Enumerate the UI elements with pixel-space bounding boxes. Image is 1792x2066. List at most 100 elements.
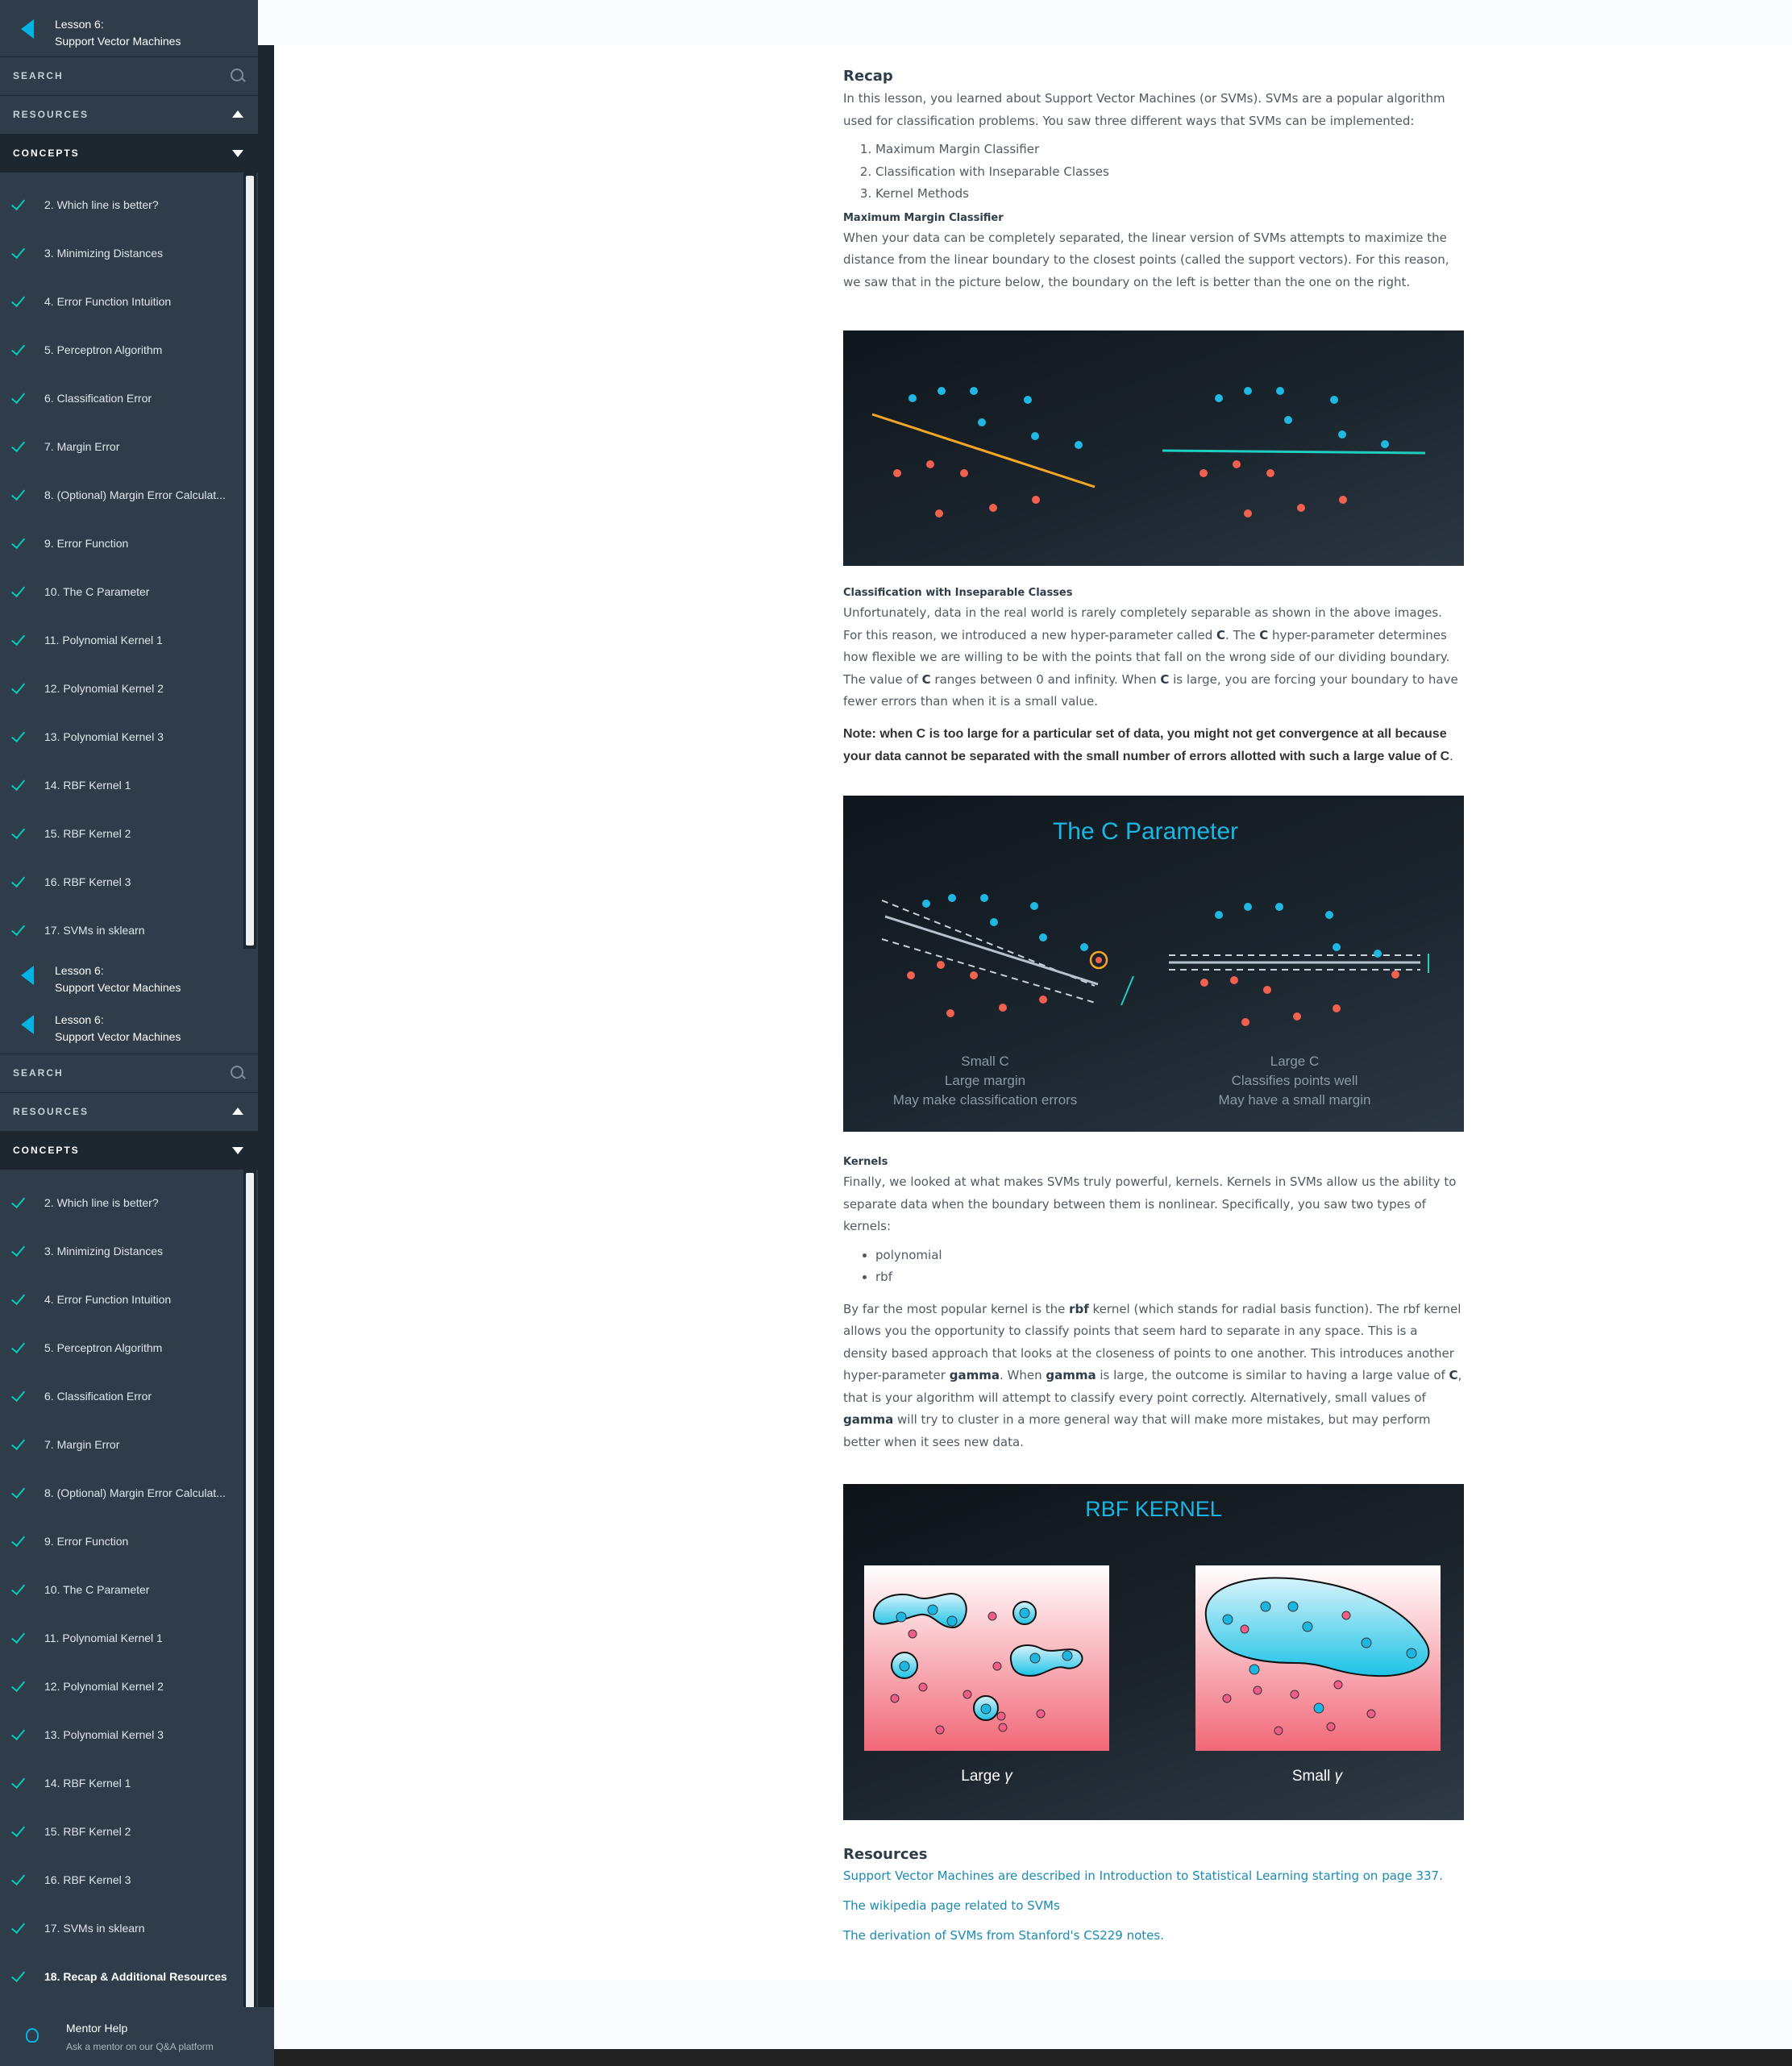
back-arrow-icon[interactable] <box>21 1015 34 1034</box>
mentor-title: Mentor Help <box>66 2022 128 2035</box>
sidebar-concept-item[interactable]: 18. Recap & Additional Resources <box>0 1952 243 2001</box>
scrollbar-thumb[interactable] <box>246 1173 254 2011</box>
resources-toggle[interactable]: RESOURCES <box>0 1092 258 1131</box>
concept-label: 11. Polynomial Kernel 1 <box>44 634 163 646</box>
concept-label: 13. Polynomial Kernel 3 <box>44 1728 164 1741</box>
sidebar-concept-item[interactable]: 7. Margin Error <box>0 1420 243 1469</box>
search-icon[interactable] <box>231 69 243 81</box>
checkmark-icon <box>10 389 26 405</box>
concept-label: 16. RBF Kernel 3 <box>44 1873 131 1886</box>
mentor-help[interactable]: Mentor Help Ask a mentor on our Q&A plat… <box>0 2007 274 2066</box>
list-item: Classification with Inseparable Classes <box>875 161 1464 184</box>
lesson-title: Support Vector Machines <box>55 35 181 48</box>
lesson-header[interactable]: Lesson 6: Support Vector Machines <box>0 951 258 998</box>
concept-label: 10. The C Parameter <box>44 585 150 598</box>
sidebar-concept-item[interactable]: 16. RBF Kernel 3 <box>0 858 243 906</box>
sidebar-concept-item[interactable]: 3. Minimizing Distances <box>0 1227 243 1275</box>
sidebar-concept-item[interactable]: 17. SVMs in sklearn <box>0 906 243 954</box>
back-arrow-icon[interactable] <box>21 966 34 985</box>
sidebar-concept-item[interactable]: 10. The C Parameter <box>0 1565 243 1614</box>
checkmark-icon <box>10 872 26 888</box>
sidebar-concept-item[interactable]: 15. RBF Kernel 2 <box>0 809 243 858</box>
search-icon[interactable] <box>231 1066 243 1079</box>
concept-label: 6. Classification Error <box>44 1390 152 1403</box>
mmc-heading: Maximum Margin Classifier <box>843 211 1004 224</box>
checkmark-icon <box>10 582 26 598</box>
sidebar-concept-item[interactable]: 2. Which line is better? <box>0 181 243 229</box>
sidebar-concept-item[interactable]: 14. RBF Kernel 1 <box>0 761 243 809</box>
lesson-header[interactable]: Lesson 6: Support Vector Machines <box>0 5 258 52</box>
sidebar-concept-item[interactable]: 13. Polynomial Kernel 3 <box>0 713 243 761</box>
concept-label: 11. Polynomial Kernel 1 <box>44 1632 163 1644</box>
sidebar-concept-item[interactable]: 2. Which line is better? <box>0 1178 243 1227</box>
sidebar: Lesson 6: Support Vector Machines SEARCH… <box>0 0 258 2066</box>
sidebar-concept-item[interactable]: 4. Error Function Intuition <box>0 277 243 326</box>
concept-label: 17. SVMs in sklearn <box>44 1922 145 1935</box>
lesson-number: Lesson 6: <box>55 964 104 977</box>
concepts-toggle[interactable]: CONCEPTS <box>0 1131 258 1170</box>
sidebar-concept-item[interactable]: 11. Polynomial Kernel 1 <box>0 616 243 664</box>
resource-link-wikipedia[interactable]: The wikipedia page related to SVMs <box>843 1898 1060 1913</box>
sidebar-concept-item[interactable]: 9. Error Function <box>0 519 243 567</box>
concepts-label: CONCEPTS <box>13 148 80 159</box>
concept-label: 12. Polynomial Kernel 2 <box>44 682 164 695</box>
sidebar-concept-item[interactable]: 17. SVMs in sklearn <box>0 1904 243 1952</box>
sidebar-concept-item[interactable]: 7. Margin Error <box>0 422 243 471</box>
checkmark-icon <box>10 1193 26 1209</box>
sidebar-concept-item[interactable]: 6. Classification Error <box>0 374 243 422</box>
checkmark-icon <box>10 1386 26 1403</box>
back-arrow-icon[interactable] <box>21 19 34 39</box>
ways-list: Maximum Margin Classifier Classification… <box>843 139 1464 206</box>
checkmark-icon <box>10 921 26 937</box>
sidebar-concept-item[interactable]: 4. Error Function Intuition <box>0 1275 243 1324</box>
sidebar-concept-item[interactable]: 14. RBF Kernel 1 <box>0 1759 243 1807</box>
resource-link-isl[interactable]: Support Vector Machines are described in… <box>843 1869 1443 1883</box>
checkmark-icon <box>10 1580 26 1596</box>
rbf-left-caption: Large γ <box>961 1768 1012 1785</box>
sidebar-concept-item[interactable]: 12. Polynomial Kernel 2 <box>0 1662 243 1711</box>
caret-up-icon <box>232 1108 243 1115</box>
checkmark-icon <box>10 340 26 356</box>
scrollbar-thumb[interactable] <box>246 176 254 946</box>
resources-label: RESOURCES <box>13 109 89 120</box>
sidebar-concept-item[interactable]: 6. Classification Error <box>0 1372 243 1420</box>
rbf-text: By far the most popular kernel is the rb… <box>843 1301 1462 1449</box>
bottom-bar <box>274 1980 1792 2049</box>
recap-section: Recap In this lesson, you learned about … <box>843 68 1464 293</box>
sidebar-concept-item[interactable]: 5. Perceptron Algorithm <box>0 326 243 374</box>
resources-title: Resources <box>843 1846 928 1863</box>
concept-label: 3. Minimizing Distances <box>44 1245 164 1257</box>
kernels-heading: Kernels <box>843 1156 888 1168</box>
boundary-line-right <box>1162 449 1426 455</box>
sidebar-concept-item[interactable]: 5. Perceptron Algorithm <box>0 1324 243 1372</box>
sidebar-concept-item[interactable]: 11. Polynomial Kernel 1 <box>0 1614 243 1662</box>
concept-label: 10. The C Parameter <box>44 1583 150 1596</box>
sidebar-concept-item[interactable]: 9. Error Function <box>0 1517 243 1565</box>
sidebar-concept-item[interactable]: 16. RBF Kernel 3 <box>0 1856 243 1904</box>
sidebar-concept-item[interactable]: 13. Polynomial Kernel 3 <box>0 1711 243 1759</box>
concept-label: 14. RBF Kernel 1 <box>44 779 131 792</box>
sidebar-concept-item[interactable]: 10. The C Parameter <box>0 567 243 616</box>
sidebar-concept-item[interactable]: 8. (Optional) Margin Error Calculat... <box>0 471 243 519</box>
c-parameter-figure: The C Parameter Small C Large margin May… <box>843 796 1464 1132</box>
search-label: SEARCH <box>13 1067 64 1079</box>
sidebar-concept-item[interactable]: 8. (Optional) Margin Error Calculat... <box>0 1469 243 1517</box>
concept-label: 5. Perceptron Algorithm <box>44 1341 163 1354</box>
search-bar[interactable]: SEARCH <box>0 1054 258 1092</box>
resource-link-cs229[interactable]: The derivation of SVMs from Stanford's C… <box>843 1928 1164 1943</box>
list-item: rbf <box>875 1266 1464 1289</box>
checkmark-icon <box>10 1677 26 1693</box>
concept-label: 17. SVMs in sklearn <box>44 924 145 937</box>
sidebar-concept-item[interactable]: 12. Polynomial Kernel 2 <box>0 664 243 713</box>
cwic-heading: Classification with Inseparable Classes <box>843 587 1073 599</box>
bottom-strip <box>274 2049 1792 2066</box>
checkmark-icon <box>10 195 26 211</box>
checkmark-icon <box>10 1290 26 1306</box>
search-bar[interactable]: SEARCH <box>0 56 258 95</box>
concepts-toggle[interactable]: CONCEPTS <box>0 134 258 173</box>
sidebar-concept-item[interactable]: 3. Minimizing Distances <box>0 229 243 277</box>
resources-toggle[interactable]: RESOURCES <box>0 95 258 134</box>
sidebar-concept-item[interactable]: 15. RBF Kernel 2 <box>0 1807 243 1856</box>
lesson-header[interactable]: Lesson 6: Support Vector Machines <box>0 1000 258 1047</box>
checkmark-icon <box>10 1967 26 1983</box>
